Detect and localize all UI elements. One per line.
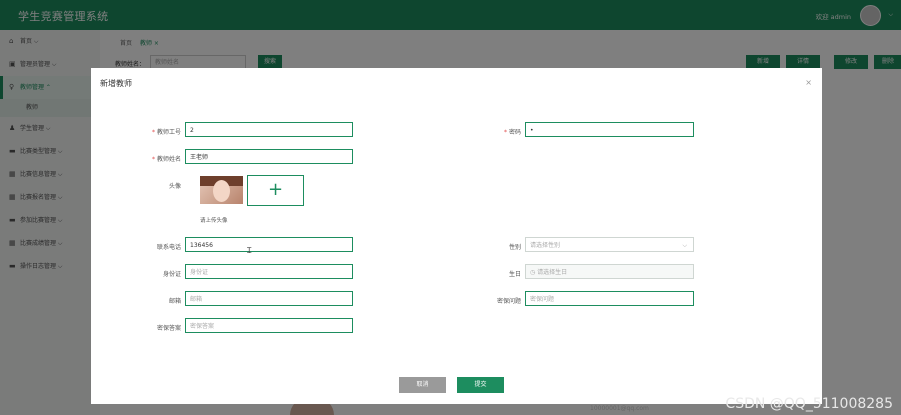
- avatar-preview-image: [200, 176, 243, 204]
- birthday-label: 生日: [508, 271, 521, 278]
- teacher-name-input[interactable]: 王老师: [185, 149, 353, 164]
- password-label: * 密码: [503, 129, 521, 136]
- security-question-input[interactable]: 密保问题: [525, 291, 694, 306]
- security-answer-label: 密保答案: [156, 325, 181, 332]
- dialog-title: 新增教师: [100, 79, 132, 88]
- watermark-text: CSDN @QQ_511008285: [725, 396, 893, 412]
- close-icon[interactable]: ×: [805, 78, 812, 87]
- submit-button[interactable]: 提交: [457, 377, 504, 393]
- gender-select[interactable]: 请选择性别 ⌵: [525, 237, 694, 252]
- birthday-picker[interactable]: ◷ 请选择生日: [525, 264, 694, 279]
- chevron-down-icon: ⌵: [682, 242, 687, 249]
- teacher-no-label: * 教师工号: [151, 129, 181, 136]
- text-cursor-icon: Ɪ: [247, 246, 252, 255]
- teacher-name-label: * 教师姓名: [151, 156, 181, 163]
- security-answer-input[interactable]: 密保答案: [185, 318, 353, 333]
- email-input[interactable]: 邮箱: [185, 291, 353, 306]
- gender-label: 性别: [508, 244, 521, 251]
- gender-placeholder: 请选择性别: [530, 242, 561, 249]
- phone-label: 联系电话: [156, 244, 181, 251]
- upload-plus-icon[interactable]: +: [247, 175, 304, 206]
- password-input[interactable]: •: [525, 122, 694, 137]
- teacher-no-input[interactable]: 2: [185, 122, 353, 137]
- id-card-label: 身份证: [162, 271, 181, 278]
- avatar-hint: 请上传头像: [200, 218, 228, 224]
- email-label: 邮箱: [168, 298, 181, 305]
- avatar-label: 头像: [168, 183, 181, 190]
- add-teacher-dialog: 新增教师 × * 教师工号 2 * 密码 • * 教师姓名 王老师 头像 + 请上传头…: [91, 68, 822, 404]
- id-card-input[interactable]: 身份证: [185, 264, 353, 279]
- security-question-label: 密保问题: [496, 298, 521, 305]
- cancel-button[interactable]: 取消: [399, 377, 446, 393]
- phone-input[interactable]: 136456: [185, 237, 353, 252]
